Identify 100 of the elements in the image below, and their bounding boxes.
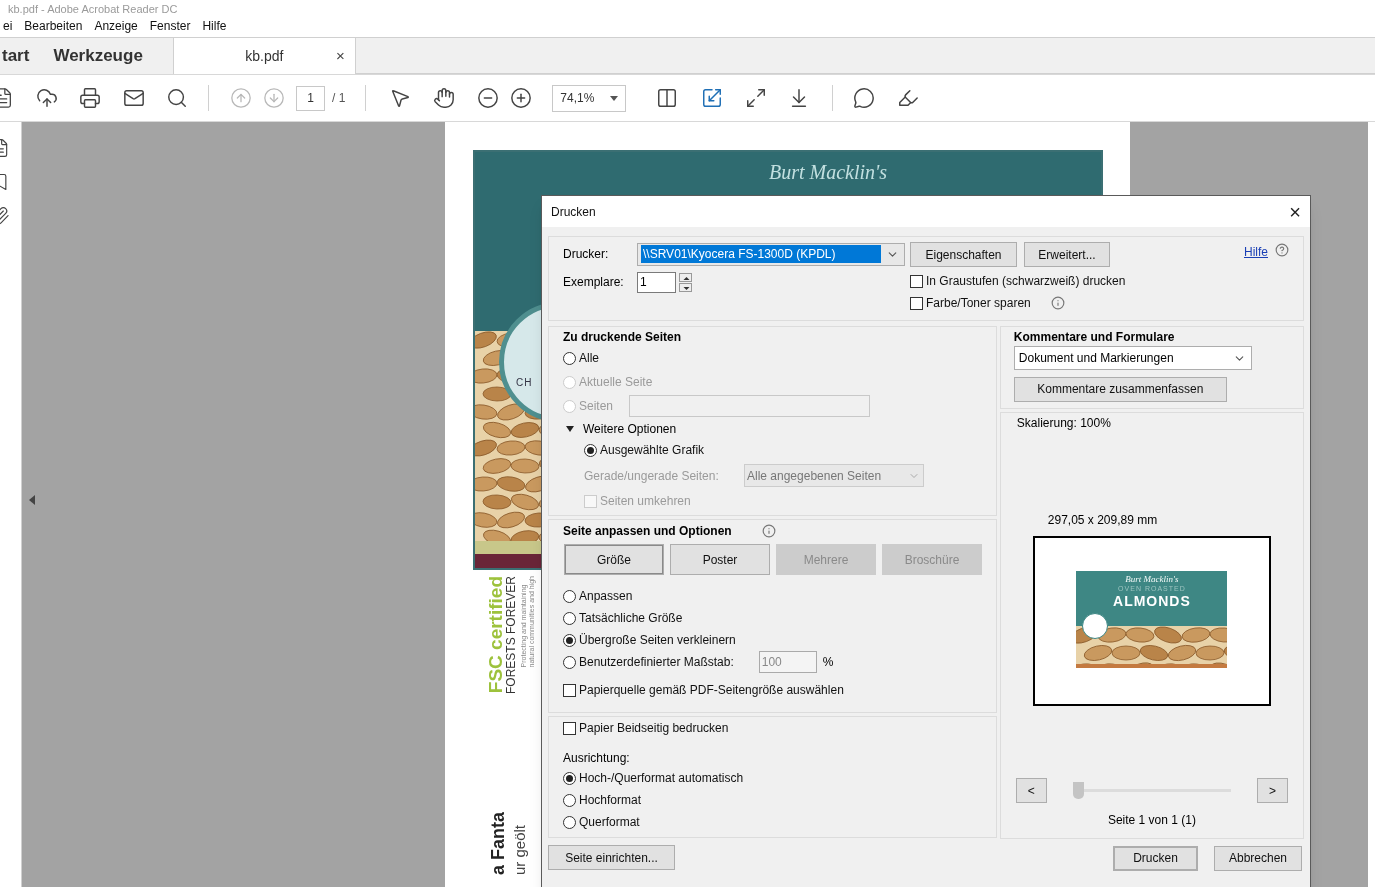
radio-button[interactable] [563, 633, 576, 647]
radio-button[interactable] [563, 793, 576, 807]
document-tab[interactable]: kb.pdf × [172, 38, 356, 74]
expand-icon[interactable] [745, 87, 768, 109]
nav-tab[interactable]: tart [0, 38, 33, 74]
help-icon[interactable] [1275, 243, 1289, 257]
orientation-label: Ausrichtung: [563, 750, 631, 767]
copies-label: Exemplare: [563, 274, 625, 291]
page-counter: Seite 1 von 1 (1) [1107, 812, 1196, 829]
mode-button[interactable]: Größe [564, 544, 664, 575]
hand-icon[interactable] [433, 87, 456, 109]
copies-field[interactable]: 1 [637, 271, 676, 293]
scaling-icon[interactable] [701, 87, 724, 109]
spinner-control[interactable] [679, 272, 692, 292]
radio-label: Übergroße Seiten verkleinern [579, 632, 736, 649]
menu-item[interactable]: ei [3, 17, 13, 35]
collapse-arrow-icon[interactable] [29, 494, 35, 505]
summarize-button[interactable]: Kommentare zusammenfassen [1013, 376, 1227, 402]
zoom-in-icon[interactable] [510, 87, 533, 109]
thumbnail-text: ALMONDS [1113, 593, 1191, 609]
radio-label: Hochformat [579, 792, 642, 809]
radio-button[interactable] [563, 611, 576, 625]
checkbox[interactable] [563, 721, 576, 735]
comment-icon[interactable] [853, 87, 876, 109]
option-label: Farbe/Toner sparen [926, 295, 1031, 312]
menu-item[interactable]: Anzeige [94, 17, 138, 35]
checkbox-label: Papier Beidseitig bedrucken [579, 720, 729, 737]
radio-button[interactable] [563, 815, 576, 829]
checkbox-label: Seiten umkehren [600, 493, 691, 510]
radio-label: Ausgewählte Grafik [600, 442, 705, 459]
percent-unit: % [822, 654, 834, 671]
section-toggle-label[interactable]: Weitere Optionen [583, 420, 677, 438]
radio-button[interactable] [584, 443, 597, 457]
checkbox[interactable] [563, 683, 576, 697]
radio-button[interactable] [563, 655, 576, 669]
radio-button[interactable] [563, 589, 576, 603]
badge-text: CH [516, 375, 533, 390]
next-page-button[interactable]: > [1257, 778, 1288, 803]
section-heading: Zu druckende Seiten [563, 329, 683, 346]
page-total: / 1 [332, 90, 346, 107]
info-icon[interactable] [761, 524, 776, 538]
close-icon[interactable]: × [336, 44, 345, 68]
document-text: ur geölt [512, 825, 528, 876]
radio-label: Seiten [579, 398, 614, 415]
thumbnail-text: Burt Macklin's [1125, 574, 1179, 584]
checkbox[interactable] [910, 296, 923, 310]
parity-label: Gerade/ungerade Seiten: [584, 467, 720, 485]
slider-thumb[interactable] [1072, 782, 1084, 799]
menu-item[interactable]: Bearbeiten [24, 17, 83, 35]
certification-text: FSC certified [487, 576, 505, 694]
page-size-label: 297,05 x 209,89 mm [1047, 512, 1158, 529]
comments-dropdown[interactable]: Dokument und Markierungen [1013, 346, 1252, 370]
dialog-button[interactable]: Drucken [1113, 845, 1198, 871]
info-icon[interactable] [1050, 296, 1065, 310]
radio-button[interactable] [563, 771, 576, 785]
print-icon[interactable] [79, 87, 101, 109]
document-text: a Fanta [488, 812, 508, 876]
cloud-upload-icon[interactable] [36, 87, 58, 109]
menu-item[interactable]: Fenster [149, 17, 191, 35]
radio-label: Aktuelle Seite [579, 374, 653, 391]
printer-label: Drucker: [563, 246, 610, 263]
help-link[interactable]: Hilfe [1244, 243, 1268, 261]
dialog-title: Drucken [551, 203, 596, 221]
mail-icon[interactable] [123, 87, 145, 109]
caret-icon[interactable] [610, 95, 619, 101]
checkbox[interactable] [910, 274, 923, 288]
disclosure-triangle-icon[interactable] [566, 425, 574, 433]
checkbox-label: Papierquelle gemäß PDF-Seitengröße auswählen [579, 682, 844, 699]
dialog-button[interactable]: Eigenschaften [910, 242, 1017, 267]
radio-button[interactable] [563, 351, 576, 365]
printer-dropdown[interactable]: \\SRV01\Kyocera FS-1300D (KPDL) [637, 242, 905, 266]
previous-page-button[interactable]: < [1015, 778, 1047, 803]
page-fit-icon[interactable] [656, 87, 679, 109]
zoom-out-icon[interactable] [477, 87, 500, 109]
highlighter-icon[interactable] [897, 87, 920, 109]
page-setup-button[interactable]: Seite einrichten... [548, 845, 675, 871]
radio-label: Querformat [579, 814, 640, 831]
radio-label: Anpassen [579, 588, 633, 605]
option-label: In Graustufen (schwarzweiß) drucken [926, 273, 1126, 290]
mode-button[interactable]: Poster [670, 544, 770, 575]
scaling-label: Skalierung: 100% [1016, 415, 1111, 432]
page-slider[interactable] [1072, 782, 1231, 799]
menu-item[interactable]: Hilfe [202, 17, 227, 35]
nav-tab[interactable]: Werkzeuge [50, 38, 146, 74]
radio-label: Tatsächliche Größe [579, 610, 683, 627]
dialog-button[interactable]: Abbrechen [1214, 845, 1302, 871]
zoom-dropdown[interactable]: 74,1% [552, 84, 627, 112]
page-number-field[interactable]: 1 [296, 85, 325, 111]
pointer-icon[interactable] [389, 87, 412, 109]
search-icon[interactable] [166, 87, 188, 109]
radio-label: Benutzerdefinierter Maßstab: [579, 654, 734, 671]
section-heading: Seite anpassen und Optionen [563, 523, 732, 540]
radio-label: Alle [579, 350, 599, 367]
window-title: kb.pdf - Adobe Acrobat Reader DC [8, 3, 178, 15]
slogan-text: FORESTS FOREVER [505, 576, 518, 694]
radio-label: Hoch-/Querformat automatisch [579, 770, 744, 787]
brand-script: Burt Macklin's [768, 160, 888, 184]
dialog-button[interactable]: Erweitert... [1024, 242, 1110, 267]
close-icon[interactable]: × [1289, 201, 1301, 222]
section-heading: Kommentare und Formulare [1013, 329, 1176, 346]
